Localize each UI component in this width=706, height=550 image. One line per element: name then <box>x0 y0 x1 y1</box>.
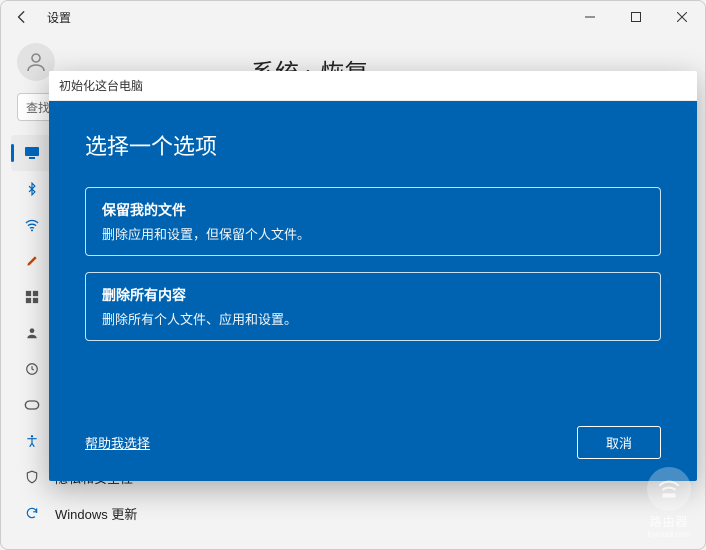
maximize-button[interactable] <box>613 1 659 33</box>
minimize-button[interactable] <box>567 1 613 33</box>
clock-icon <box>23 360 41 378</box>
option-desc: 删除应用和设置，但保留个人文件。 <box>102 224 644 243</box>
option-title: 删除所有内容 <box>102 285 644 305</box>
option-remove-all[interactable]: 删除所有内容 删除所有个人文件、应用和设置。 <box>85 272 661 341</box>
reset-dialog: 初始化这台电脑 选择一个选项 保留我的文件 删除应用和设置，但保留个人文件。 删… <box>49 71 697 481</box>
option-desc: 删除所有个人文件、应用和设置。 <box>102 309 644 328</box>
back-button[interactable] <box>13 8 31 26</box>
apps-icon <box>23 288 41 306</box>
sidebar-item-update[interactable]: Windows 更新 <box>11 495 213 531</box>
game-icon <box>23 396 41 414</box>
dialog-window-title: 初始化这台电脑 <box>59 79 143 93</box>
option-keep-files[interactable]: 保留我的文件 删除应用和设置，但保留个人文件。 <box>85 187 661 256</box>
wifi-icon <box>23 216 41 234</box>
close-button[interactable] <box>659 1 705 33</box>
bluetooth-icon <box>23 180 41 198</box>
sidebar-item-label: Windows 更新 <box>55 504 137 523</box>
brush-icon <box>23 252 41 270</box>
window-title: 设置 <box>47 9 71 26</box>
reset-dialog-overlay: 初始化这台电脑 选择一个选项 保留我的文件 删除应用和设置，但保留个人文件。 删… <box>49 71 695 471</box>
dialog-title: 选择一个选项 <box>85 129 661 161</box>
update-icon <box>23 504 41 522</box>
option-title: 保留我的文件 <box>102 200 644 220</box>
shield-icon <box>23 468 41 486</box>
accessibility-icon <box>23 432 41 450</box>
monitor-icon <box>23 144 41 162</box>
help-link[interactable]: 帮助我选择 <box>85 433 150 452</box>
cancel-button[interactable]: 取消 <box>577 426 661 459</box>
person-icon <box>23 324 41 342</box>
titlebar: 设置 <box>1 1 705 33</box>
dialog-titlebar: 初始化这台电脑 <box>49 71 697 101</box>
